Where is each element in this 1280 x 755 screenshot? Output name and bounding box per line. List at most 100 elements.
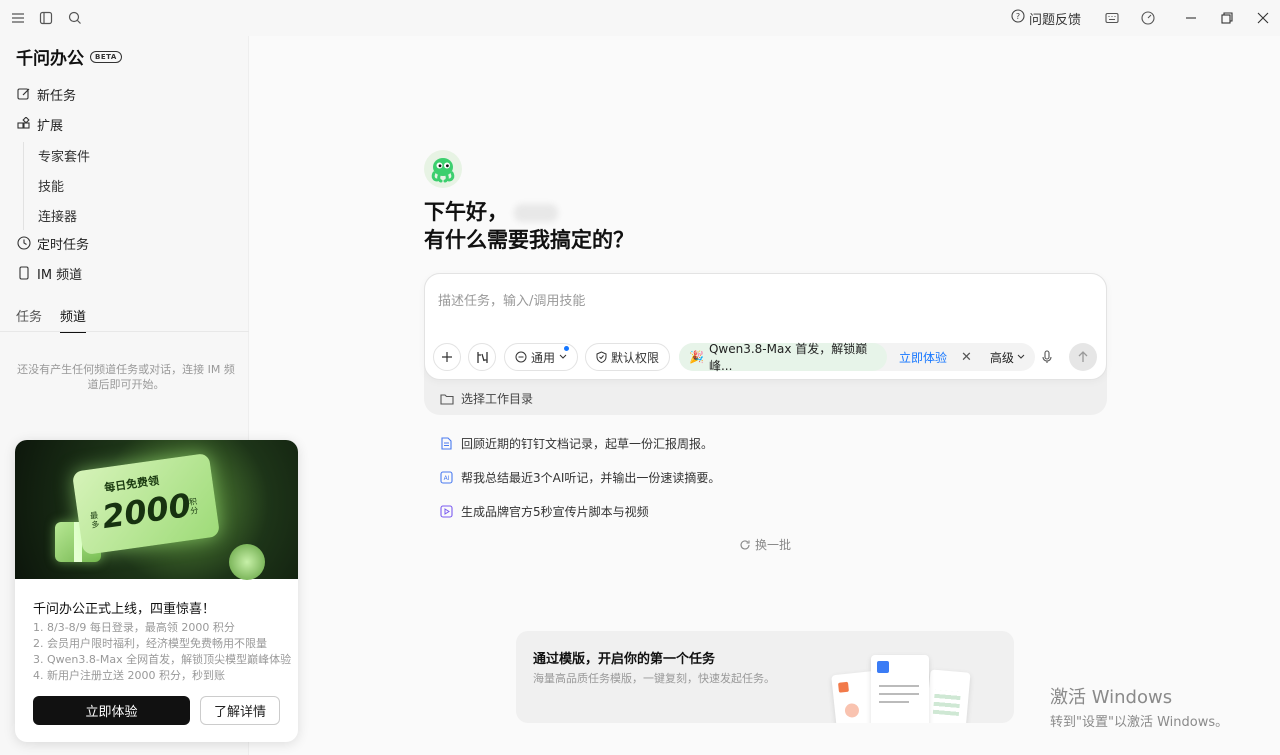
sidebar-item-connectors[interactable]: 连接器 <box>38 206 77 225</box>
divider <box>0 331 249 332</box>
refresh-suggestions-button[interactable]: 换一批 <box>739 536 791 553</box>
workdir-label: 选择工作目录 <box>461 392 534 406</box>
suggestion-text: 回顾近期的钉钉文档记录，起草一份汇报周报。 <box>461 437 714 451</box>
windows-activation-watermark: 激活 Windows 转到"设置"以激活 Windows。 <box>1050 683 1228 730</box>
sidebar-item-im-channel[interactable]: IM 频道 <box>16 262 82 284</box>
close-icon[interactable] <box>1253 8 1273 28</box>
speed-icon[interactable] <box>1138 8 1158 28</box>
feedback-label: 问题反馈 <box>1029 12 1082 28</box>
refresh-label: 换一批 <box>755 538 792 552</box>
tab-tasks[interactable]: 任务 <box>16 306 42 333</box>
mode-label: 通用 <box>530 350 555 365</box>
folder-icon <box>440 393 454 405</box>
svg-text:?: ? <box>1016 12 1020 21</box>
tab-channels[interactable]: 频道 <box>60 306 87 333</box>
advanced-select[interactable]: 高级 <box>990 349 1025 366</box>
restore-icon[interactable] <box>1217 8 1237 28</box>
sidebar-item-expert-suite[interactable]: 专家套件 <box>38 146 90 165</box>
try-now-button[interactable]: 立即体验 <box>33 696 190 725</box>
watermark-line-2: 转到"设置"以激活 Windows。 <box>1050 715 1229 730</box>
permission-label: 默认权限 <box>610 350 659 365</box>
select-workdir-button[interactable]: 选择工作目录 <box>440 390 533 407</box>
greeting-line-2: 有什么需要我搞定的？ <box>424 228 634 252</box>
close-promo-icon[interactable]: ✕ <box>961 350 972 365</box>
help-circle-icon: ? <box>1011 9 1025 27</box>
chevron-down-icon <box>559 354 567 359</box>
app-name: 千问办公 <box>16 49 84 69</box>
ticket-unit: 积分 <box>188 496 200 516</box>
suggestion-item[interactable]: 生成品牌官方5秒宣传片脚本与视频 <box>440 503 649 520</box>
promo-banner: 每日免费领 最多 2000 积分 <box>15 440 298 580</box>
composer: 描述任务，输入/调用技能 通用 默认权限 🎉 Qwen3.8-Max 首发，解锁… <box>424 273 1107 380</box>
empty-state-message: 还没有产生任何频道任务或对话，连接 IM 频道后即可开始。 <box>17 363 235 391</box>
sidebar-item-label: IM 频道 <box>37 267 83 283</box>
menu-icon[interactable] <box>8 8 28 28</box>
watermark-line-1: 激活 Windows <box>1050 687 1173 708</box>
minimize-icon[interactable] <box>1181 8 1201 28</box>
send-button[interactable] <box>1069 343 1097 371</box>
sidebar-item-new-task[interactable]: 新任务 <box>16 83 76 105</box>
arrow-up-icon <box>1078 351 1088 362</box>
clock-icon <box>16 236 31 251</box>
sidebar-item-label: 定时任务 <box>37 237 90 253</box>
party-icon: 🎉 <box>689 350 704 364</box>
brand: 千问办公 BETA <box>16 44 122 69</box>
sidebar-item-scheduled-tasks[interactable]: 定时任务 <box>16 232 89 254</box>
beta-badge: BETA <box>90 50 122 63</box>
permission-select[interactable]: 默认权限 <box>585 343 670 371</box>
phone-icon <box>16 266 31 281</box>
word-doc-illustration <box>871 655 929 723</box>
sidebar-item-label: 扩展 <box>37 118 64 134</box>
coin-icon <box>229 544 265 580</box>
feedback-button[interactable]: ? 问题反馈 <box>1011 8 1081 28</box>
model-promo-text: Qwen3.8-Max 首发，解锁巅峰... <box>708 342 868 373</box>
learn-more-button[interactable]: 了解详情 <box>200 696 280 725</box>
shield-icon <box>596 351 607 363</box>
extension-icon <box>16 117 31 132</box>
sidebar-toggle-icon[interactable] <box>36 8 56 28</box>
suggestion-text: 帮我总结最近3个AI听记，并输出一份速读摘要。 <box>461 471 721 485</box>
refresh-icon <box>740 539 750 549</box>
template-card[interactable]: 通过模版，开启你的第一个任务 海量高品质任务模版，一键复刻，快速发起任务。 <box>516 631 1014 723</box>
try-model-link[interactable]: 立即体验 <box>899 349 947 366</box>
template-card-title: 通过模版，开启你的第一个任务 <box>533 652 716 667</box>
sidebar-tabs: 任务 频道 <box>16 306 87 333</box>
add-button[interactable] <box>433 343 461 371</box>
tools-button[interactable] <box>468 343 496 371</box>
redacted-username <box>514 204 558 222</box>
advanced-label: 高级 <box>989 350 1014 365</box>
promo-list-item: 4. 新用户注册立送 2000 积分，秒到账 <box>33 669 225 682</box>
sidebar-item-skills[interactable]: 技能 <box>38 176 64 195</box>
svg-text:AI: AI <box>444 475 450 482</box>
suggestion-text: 生成品牌官方5秒宣传片脚本与视频 <box>461 505 649 519</box>
model-promo-pill: 🎉 Qwen3.8-Max 首发，解锁巅峰... 立即体验 ✕ 高级 <box>679 342 1035 373</box>
template-card-subtitle: 海量高品质任务模版，一键复刻，快速发起任务。 <box>533 672 775 685</box>
title-bar: ? 问题反馈 <box>0 0 1280 36</box>
plus-icon <box>442 352 452 362</box>
microphone-icon[interactable] <box>1039 349 1055 365</box>
mascot-avatar <box>424 150 462 188</box>
tools-icon <box>476 351 488 363</box>
search-icon[interactable] <box>65 8 85 28</box>
suggestion-item[interactable]: AI 帮我总结最近3个AI听记，并输出一份速读摘要。 <box>440 469 720 486</box>
edit-icon <box>16 87 31 102</box>
ai-note-icon: AI <box>440 471 453 484</box>
promo-list-item: 3. Qwen3.8-Max 全网首发，解锁顶尖模型巅峰体验 <box>33 653 292 666</box>
task-input[interactable]: 描述任务，输入/调用技能 <box>438 290 585 309</box>
notification-dot <box>564 346 569 351</box>
greeting: 下午好， 有什么需要我搞定的？ <box>424 198 634 254</box>
sidebar-item-label: 新任务 <box>37 88 77 104</box>
points-ticket: 每日免费领 最多 2000 积分 <box>71 452 221 556</box>
chevron-down-icon <box>1017 354 1025 359</box>
keyboard-icon[interactable] <box>1102 8 1122 28</box>
video-icon <box>440 505 453 518</box>
chat-icon <box>515 351 527 363</box>
suggestion-item[interactable]: 回顾近期的钉钉文档记录，起草一份汇报周报。 <box>440 435 713 452</box>
model-promo[interactable]: 🎉 Qwen3.8-Max 首发，解锁巅峰... <box>679 342 887 373</box>
submenu-guide <box>23 142 24 230</box>
sheet-doc-illustration <box>925 669 971 723</box>
mode-select[interactable]: 通用 <box>504 343 578 371</box>
ticket-most-label: 最多 <box>89 510 100 530</box>
promo-title: 千问办公正式上线，四重惊喜！ <box>33 602 216 617</box>
sidebar-item-extension[interactable]: 扩展 <box>16 113 63 135</box>
